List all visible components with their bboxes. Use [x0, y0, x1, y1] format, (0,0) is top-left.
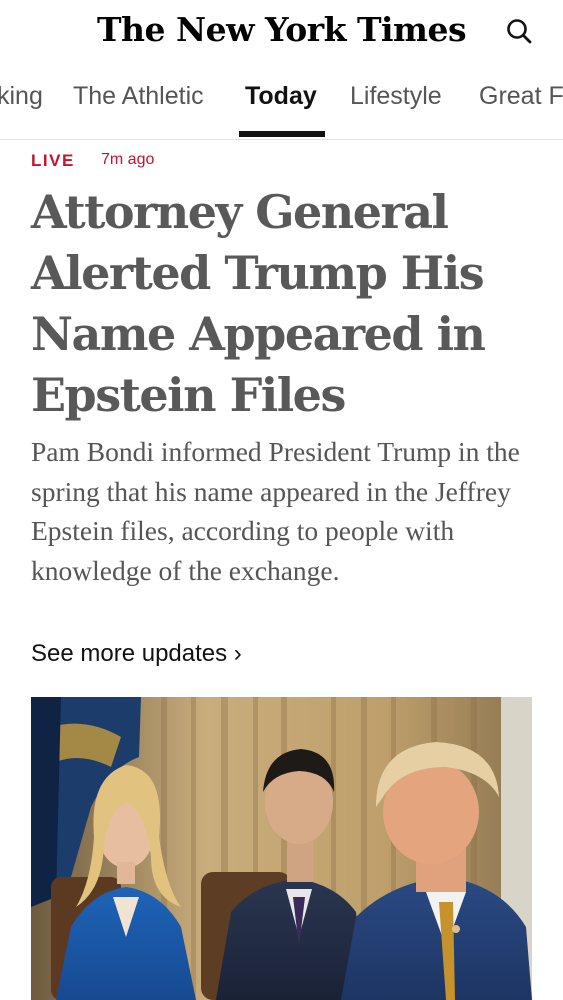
- tab-the-athletic[interactable]: The Athletic: [73, 82, 204, 111]
- tab-lifestyle[interactable]: Lifestyle: [350, 82, 442, 111]
- lead-photo[interactable]: [31, 697, 532, 1000]
- search-icon: [507, 19, 532, 44]
- cabinet-meeting-photo: [31, 697, 532, 1000]
- see-more-updates-link[interactable]: See more updates ›: [31, 640, 242, 668]
- tab-today[interactable]: Today: [245, 82, 317, 111]
- masthead: The New York Times: [0, 0, 563, 64]
- section-tabs: king The Athletic Today Lifestyle Great …: [0, 64, 563, 140]
- article-summary: Pam Bondi informed President Trump in th…: [31, 436, 520, 586]
- live-badge: LIVE: [31, 151, 75, 170]
- active-tab-indicator: [239, 131, 325, 137]
- live-status-row: LIVE 7m ago: [31, 147, 331, 173]
- tab-great-reads[interactable]: Great F: [479, 82, 563, 111]
- timestamp: 7m ago: [101, 151, 155, 168]
- tab-cooking[interactable]: king: [0, 82, 43, 111]
- search-button[interactable]: [500, 12, 540, 52]
- nyt-logo[interactable]: The New York Times: [0, 10, 563, 49]
- article-headline[interactable]: Attorney General Alerted Trump His Name …: [31, 182, 541, 426]
